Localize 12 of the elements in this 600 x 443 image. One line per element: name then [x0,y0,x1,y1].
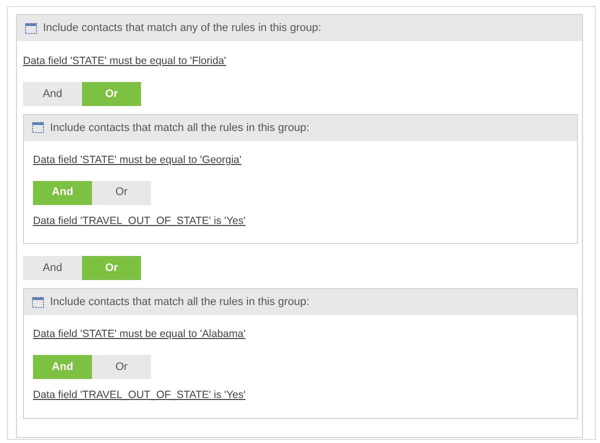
group-title: Include contacts that match all the rules in this group: [50,120,310,136]
operator-toggle-button[interactable]: Or [92,355,151,379]
rule-link[interactable]: Data field 'STATE' must be equal to 'Georgia' [33,152,242,168]
operator-toggle-button[interactable]: Or [92,180,151,204]
group-title: Include contacts that match any of the rules in this group: [43,20,322,36]
operator-toggle-button[interactable]: And [23,256,82,280]
rule-link[interactable]: Data field 'STATE' must be equal to 'Alabama' [33,327,246,343]
rule-link[interactable]: Data field 'TRAVEL_OUT_OF_STATE' is 'Yes' [33,214,246,230]
rule-link[interactable]: Data field 'TRAVEL_OUT_OF_STATE' is 'Yes' [33,388,246,404]
group-title: Include contacts that match all the rules in this group: [50,295,310,310]
operator-toggle-button[interactable]: And [23,82,82,106]
rule-link[interactable]: Data field 'STATE' must be equal to 'Florida' [23,54,226,70]
